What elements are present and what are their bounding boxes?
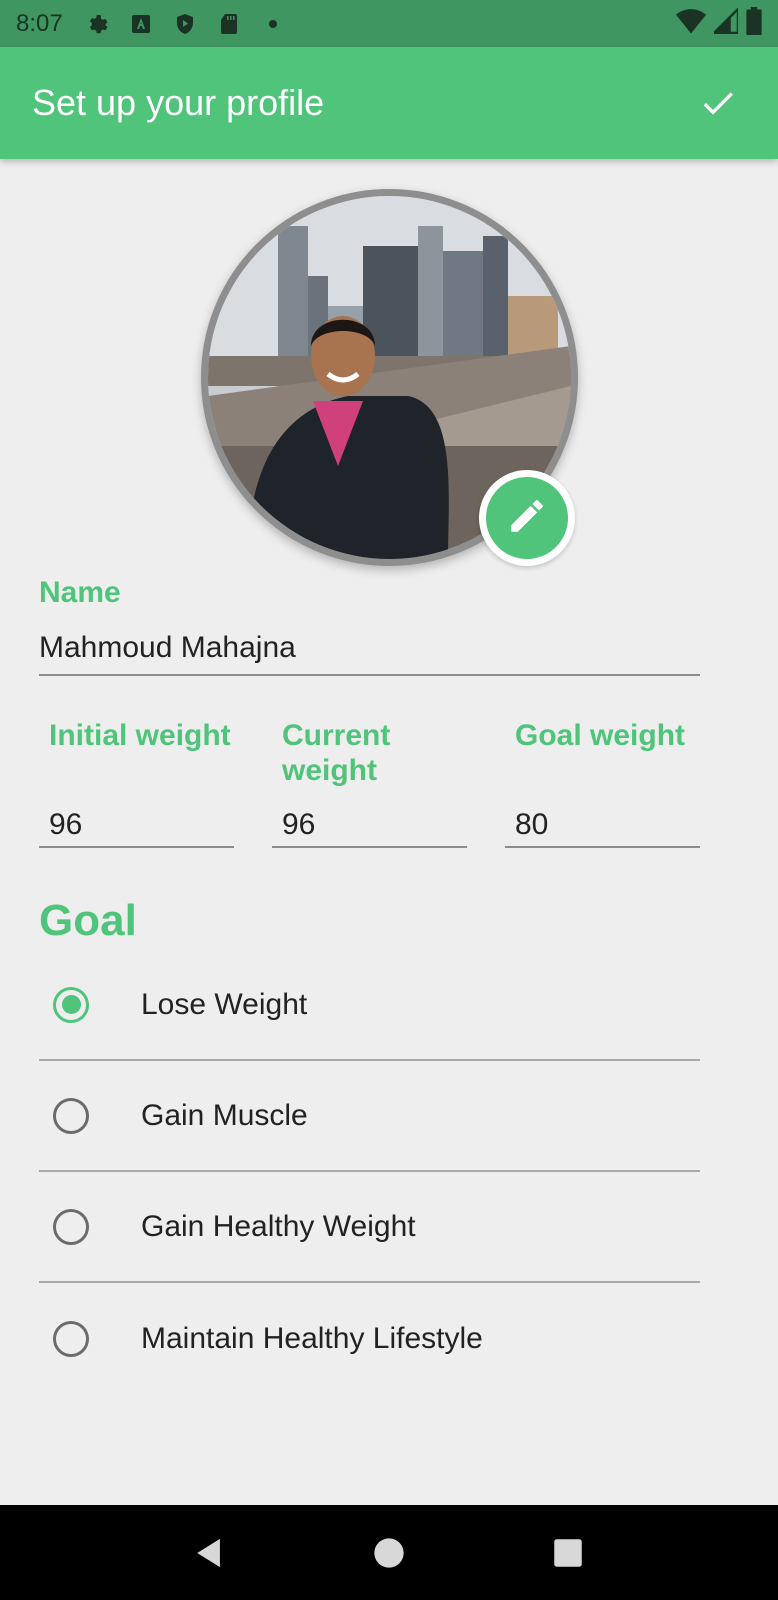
current-weight-field-group: Current weight <box>272 718 467 848</box>
goal-weight-input[interactable] <box>505 804 700 848</box>
goal-option-label: Maintain Healthy Lifestyle <box>141 1321 483 1355</box>
dot-icon <box>261 12 285 36</box>
initial-weight-label: Initial weight <box>49 719 231 752</box>
sdcard-icon <box>217 12 241 36</box>
goal-option-label: Gain Healthy Weight <box>141 1209 416 1243</box>
current-weight-input[interactable] <box>272 804 467 848</box>
home-icon[interactable] <box>359 1523 419 1583</box>
goal-option-label: Lose Weight <box>141 987 308 1021</box>
initial-weight-field-group: Initial weight <box>39 718 234 848</box>
back-icon[interactable] <box>180 1523 240 1583</box>
recents-icon[interactable] <box>538 1523 598 1583</box>
goal-radio-group: Lose Weight Gain Muscle Gain Healthy Wei… <box>39 950 700 1394</box>
profile-photo-container <box>201 189 578 566</box>
battery-icon <box>746 7 762 40</box>
goal-option-label: Gain Muscle <box>141 1098 308 1132</box>
initial-weight-input[interactable] <box>39 804 234 848</box>
radio-button[interactable] <box>53 1097 89 1134</box>
gear-icon <box>85 12 109 36</box>
system-nav-bar <box>0 1505 778 1600</box>
current-weight-label: Current weight <box>282 719 391 787</box>
goal-weight-label: Goal weight <box>515 719 686 752</box>
pencil-icon <box>506 495 548 542</box>
goal-weight-field-group: Goal weight <box>505 718 700 848</box>
goal-option-gain-healthy-weight[interactable]: Gain Healthy Weight <box>39 1172 700 1283</box>
status-bar: 8:07 <box>0 0 778 47</box>
radio-button[interactable] <box>53 1208 89 1245</box>
edit-photo-button[interactable] <box>479 470 575 566</box>
name-field[interactable] <box>39 622 700 676</box>
goal-option-lose-weight[interactable]: Lose Weight <box>39 950 700 1061</box>
goal-heading: Goal <box>39 896 137 945</box>
app-bar: Set up your profile <box>0 47 778 159</box>
wifi-icon <box>676 8 706 39</box>
name-label: Name <box>39 576 121 609</box>
page-title: Set up your profile <box>32 82 325 123</box>
goal-option-maintain-healthy-lifestyle[interactable]: Maintain Healthy Lifestyle <box>39 1283 700 1394</box>
goal-option-gain-muscle[interactable]: Gain Muscle <box>39 1061 700 1172</box>
radio-button-selected[interactable] <box>53 986 89 1023</box>
signal-icon <box>711 6 740 39</box>
a-icon <box>129 12 153 36</box>
shield-play-icon <box>173 12 197 36</box>
radio-button[interactable] <box>53 1320 89 1357</box>
status-time: 8:07 <box>16 9 63 37</box>
check-icon[interactable] <box>690 75 746 131</box>
